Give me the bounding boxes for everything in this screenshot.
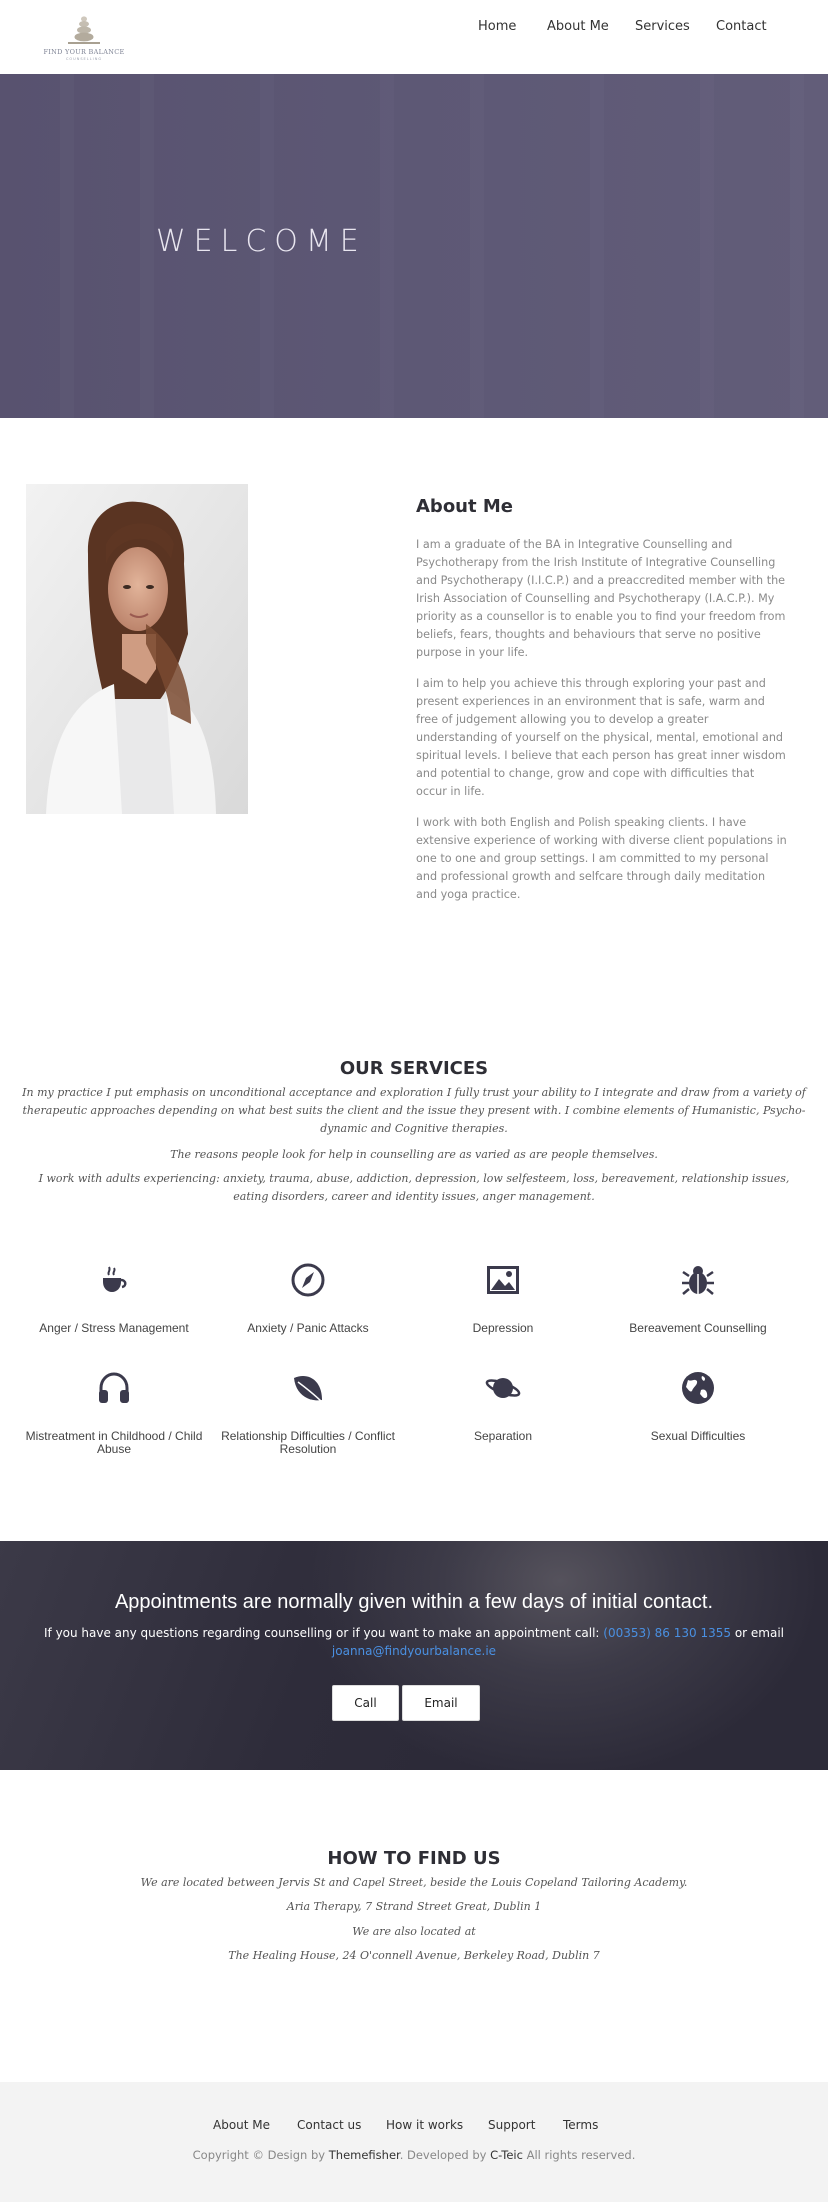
footer-link-terms[interactable]: Terms	[563, 2118, 598, 2132]
footer-link-support[interactable]: Support	[488, 2118, 535, 2132]
service-label: Sexual Difficulties	[650, 1429, 746, 1443]
services-title: OUR SERVICES	[339, 1058, 489, 1079]
footer-link-how-it-works[interactable]: How it works	[386, 2118, 463, 2132]
footer-link-contact[interactable]: Contact us	[297, 2118, 361, 2132]
call-button[interactable]: Call	[332, 1685, 399, 1721]
nav-home[interactable]: Home	[478, 19, 516, 39]
appointments-title: Appointments are normally given within a…	[114, 1591, 714, 1613]
about-paragraph-1: I am a graduate of the BA in Integrative…	[416, 538, 786, 659]
nav-contact[interactable]: Contact	[716, 19, 767, 39]
about-paragraph-3: I work with both English and Polish spea…	[416, 816, 787, 901]
hero-title: WELCOME	[156, 224, 367, 259]
appointments-banner: Appointments are normally given within a…	[0, 1541, 828, 1770]
nav-about-me[interactable]: About Me	[547, 19, 609, 39]
bug-icon	[682, 1266, 714, 1295]
copyright-prefix: Copyright © Design by	[192, 2148, 329, 2162]
site-header: FIND YOUR BALANCE COUNSELLING Home About…	[0, 0, 828, 74]
find-us-title: HOW TO FIND US	[327, 1848, 501, 1869]
service-label: Relationship Difficulties / Conflict Res…	[221, 1429, 395, 1456]
find-us-line-2: Aria Therapy, 7 Strand Street Great, Dub…	[286, 1900, 542, 1913]
copyright: Copyright © Design by Themefisher. Devel…	[0, 2148, 828, 2162]
balance-stones-icon	[68, 16, 100, 44]
hero-banner: WELCOME	[0, 74, 828, 418]
logo-text: FIND YOUR BALANCE	[43, 48, 125, 56]
copyright-suffix: All rights reserved.	[522, 2148, 636, 2162]
footer-link-about[interactable]: About Me	[213, 2118, 270, 2132]
developer-link[interactable]: C-Teic	[490, 2148, 523, 2162]
service-label: Bereavement Counselling	[629, 1321, 767, 1335]
leaf-icon	[294, 1376, 324, 1404]
image-icon	[487, 1266, 519, 1294]
globe-icon	[682, 1372, 714, 1404]
logo-subtext: COUNSELLING	[65, 57, 103, 61]
find-us-line-4: The Healing House, 24 O'connell Avenue, …	[228, 1949, 600, 1962]
about-title: About Me	[416, 496, 513, 517]
service-label: Anxiety / Panic Attacks	[247, 1321, 369, 1335]
nav-services[interactable]: Services	[635, 19, 690, 39]
headphones-icon	[99, 1372, 129, 1403]
email-button[interactable]: Email	[402, 1685, 480, 1721]
service-label: Depression	[472, 1321, 534, 1335]
coffee-icon	[103, 1266, 127, 1292]
site-footer: About Me Contact us How it works Support…	[0, 2082, 828, 2202]
email-link[interactable]: joanna@findyourbalance.ie	[332, 1644, 496, 1658]
planet-icon	[485, 1378, 521, 1398]
services-adults: I work with adults experiencing: anxiety…	[38, 1172, 790, 1203]
compass-icon	[291, 1263, 325, 1297]
service-label: Separation	[473, 1429, 533, 1443]
counsellor-photo	[26, 484, 248, 814]
services-intro: In my practice I put emphasis on uncondi…	[22, 1086, 806, 1135]
find-us-line-1: We are located between Jervis St and Cap…	[140, 1876, 688, 1889]
service-label: Anger / Stress Management	[39, 1321, 189, 1335]
services-reasons: The reasons people look for help in coun…	[170, 1148, 658, 1161]
site-logo[interactable]: FIND YOUR BALANCE COUNSELLING	[38, 14, 130, 64]
appointments-text-mid: or email	[731, 1626, 784, 1640]
about-paragraph-2: I aim to help you achieve this through e…	[416, 677, 786, 798]
appointments-text: If you have any questions regarding coun…	[40, 1624, 788, 1660]
phone-link[interactable]: (00353) 86 130 1355	[603, 1626, 731, 1640]
copyright-mid: . Developed by	[399, 2148, 491, 2162]
find-us-line-3: We are also located at	[352, 1925, 476, 1938]
appointments-text-before: If you have any questions regarding coun…	[43, 1626, 604, 1640]
designer-link[interactable]: Themefisher	[329, 2148, 400, 2162]
service-label: Mistreatment in Childhood / Child Abuse	[25, 1429, 203, 1456]
